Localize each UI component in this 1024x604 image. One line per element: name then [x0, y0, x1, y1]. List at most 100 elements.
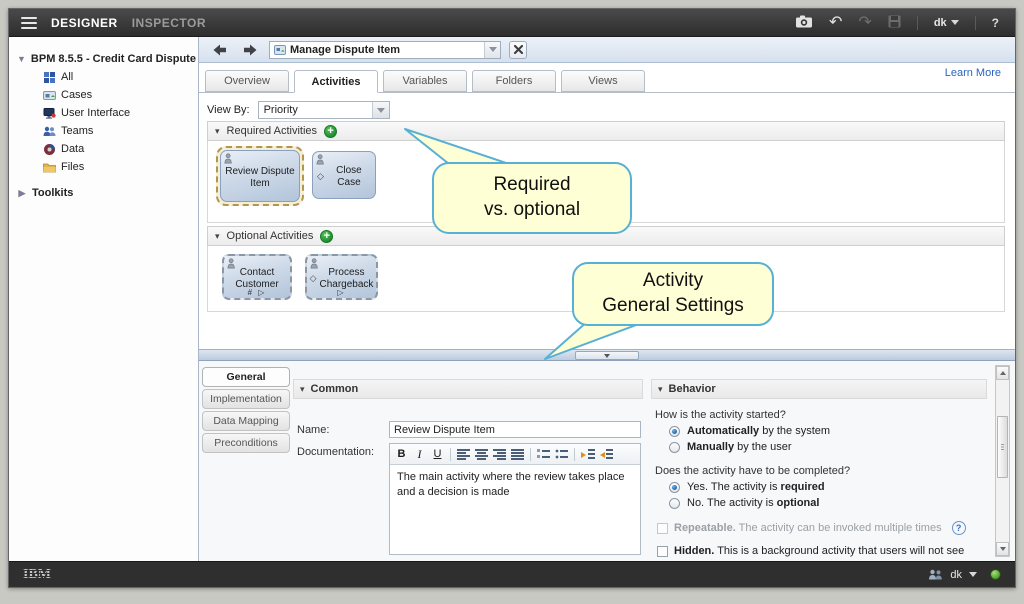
align-right-button[interactable] — [491, 446, 508, 463]
activity-close-case[interactable]: ◇Close Case — [312, 151, 376, 199]
common-section-header[interactable]: Common — [293, 379, 643, 399]
tab-folders[interactable]: Folders — [472, 70, 556, 92]
bold-button[interactable]: B — [393, 446, 410, 463]
justify-icon — [511, 449, 524, 460]
case-type-icon — [274, 44, 286, 56]
sidebar-item-teams[interactable]: Teams — [9, 123, 198, 139]
behavior-section: Behavior How is the activity started? Au… — [651, 379, 987, 561]
help-icon[interactable]: ? — [952, 521, 966, 535]
name-label: Name: — [297, 424, 329, 436]
common-section: Common Name: Documentation: B I U — [293, 379, 643, 561]
precondition-diamond-icon: ◇ — [317, 171, 324, 182]
underline-button[interactable]: U — [429, 446, 446, 463]
tab-preconditions[interactable]: Preconditions — [202, 433, 290, 453]
align-right-icon — [493, 449, 506, 460]
outdent-button[interactable] — [597, 446, 614, 463]
add-required-activity-button[interactable]: + — [324, 125, 337, 138]
folder-icon — [43, 161, 56, 174]
view-by-select[interactable]: Priority — [258, 101, 390, 119]
tab-variables[interactable]: Variables — [383, 70, 467, 92]
tab-overview[interactable]: Overview — [205, 70, 289, 92]
ordered-list-icon — [537, 449, 550, 460]
scroll-up-icon[interactable] — [996, 366, 1009, 380]
user-menu[interactable]: dk — [934, 17, 959, 29]
optional-activities-header[interactable]: Optional Activities + — [207, 226, 1005, 246]
save-icon[interactable] — [888, 15, 901, 31]
checkbox-icon[interactable] — [657, 546, 668, 557]
optional-activities-canvas: Contact Customer # ▷ ◇Process Chargeback… — [207, 246, 1005, 312]
undo-icon[interactable]: ↶ — [829, 16, 842, 30]
splitter-collapse-handle[interactable] — [575, 351, 639, 360]
radio-required[interactable]: Yes. The activity is required — [669, 481, 825, 493]
view-by-dropdown[interactable] — [372, 102, 389, 118]
add-optional-activity-button[interactable]: + — [320, 230, 333, 243]
forward-arrow-icon[interactable] — [239, 42, 261, 58]
grid-icon — [43, 71, 56, 84]
justify-button[interactable] — [509, 446, 526, 463]
status-user[interactable]: dk — [950, 569, 962, 581]
radio-selected-icon[interactable] — [669, 482, 680, 493]
radio-optional[interactable]: No. The activity is optional — [669, 497, 819, 509]
name-input[interactable] — [389, 421, 641, 438]
close-editor-button[interactable] — [509, 41, 527, 59]
properties-scrollbar[interactable] — [995, 365, 1010, 557]
tab-designer[interactable]: DESIGNER — [51, 16, 118, 30]
properties-tab-stack: General Implementation Data Mapping Prec… — [202, 367, 290, 453]
artifact-selector[interactable]: Manage Dispute Item — [269, 41, 501, 59]
back-arrow-icon[interactable] — [209, 42, 231, 58]
collaborators-icon[interactable] — [928, 569, 943, 580]
help-button[interactable]: ? — [992, 16, 999, 30]
align-center-button[interactable] — [473, 446, 490, 463]
activity-review-dispute-item[interactable]: Review Dispute Item — [216, 146, 304, 206]
tab-views[interactable]: Views — [561, 70, 645, 92]
required-activities-header[interactable]: Required Activities + — [207, 121, 1005, 141]
sidebar-item-all[interactable]: All — [9, 69, 198, 85]
artifact-selector-dropdown[interactable] — [484, 42, 500, 58]
tab-implementation[interactable]: Implementation — [202, 389, 290, 409]
sidebar-item-cases[interactable]: Cases — [9, 87, 198, 103]
ordered-list-button[interactable] — [535, 446, 552, 463]
tree-expand-icon: ▼ — [17, 54, 26, 64]
tab-inspector[interactable]: INSPECTOR — [132, 16, 206, 30]
teams-icon — [43, 125, 56, 138]
radio-icon[interactable] — [669, 442, 680, 453]
radio-icon[interactable] — [669, 498, 680, 509]
checkbox-icon[interactable] — [657, 523, 668, 534]
checkbox-repeatable[interactable]: Repeatable. The activity can be invoked … — [657, 521, 966, 535]
activity-contact-customer[interactable]: Contact Customer # ▷ — [222, 254, 292, 300]
question-started: How is the activity started? — [655, 409, 786, 421]
precondition-diamond-icon: ◇ — [310, 273, 317, 284]
indent-button[interactable] — [579, 446, 596, 463]
sidebar-item-data[interactable]: Data — [9, 141, 198, 157]
activity-process-chargeback[interactable]: ◇Process Chargeback ▷ — [305, 254, 378, 300]
redo-icon[interactable]: ↷ — [858, 16, 871, 30]
sidebar-item-user-interface[interactable]: User Interface — [9, 105, 198, 121]
tab-activities[interactable]: Activities — [294, 70, 378, 93]
bullet-list-button[interactable] — [553, 446, 570, 463]
chevron-down-icon — [604, 354, 610, 358]
learn-more-link[interactable]: Learn More — [945, 67, 1001, 79]
behavior-section-header[interactable]: Behavior — [651, 379, 987, 399]
indent-icon — [581, 449, 595, 460]
tab-data-mapping[interactable]: Data Mapping — [202, 411, 290, 431]
sidebar-item-toolkits[interactable]: ▶ Toolkits — [9, 185, 198, 201]
checkbox-hidden[interactable]: Hidden. This is a background activity th… — [657, 545, 964, 557]
radio-selected-icon[interactable] — [669, 426, 680, 437]
panel-splitter[interactable] — [199, 349, 1015, 361]
sidebar-item-files[interactable]: Files — [9, 159, 198, 175]
app-window: DESIGNER INSPECTOR ↶ ↷ dk ? ▼ BPM 8.5.5 … — [8, 8, 1016, 588]
scrollbar-thumb[interactable] — [997, 416, 1008, 478]
align-left-button[interactable] — [455, 446, 472, 463]
radio-automatically[interactable]: Automatically by the system — [669, 425, 830, 437]
menu-icon[interactable] — [21, 17, 37, 29]
scroll-down-icon[interactable] — [996, 542, 1009, 556]
collapse-arrow-icon — [215, 125, 220, 137]
sidebar-item-process-app[interactable]: ▼ BPM 8.5.5 - Credit Card Dispute ... — [9, 51, 198, 67]
radio-manually[interactable]: Manually by the user — [669, 441, 792, 453]
italic-button[interactable]: I — [411, 446, 428, 463]
artifact-breadcrumb-bar: Manage Dispute Item — [199, 37, 1015, 63]
documentation-text[interactable]: The main activity where the review takes… — [390, 465, 640, 505]
snapshot-camera-icon[interactable] — [795, 15, 813, 31]
tab-general[interactable]: General — [202, 367, 290, 387]
activity-markers: ▷ — [307, 288, 376, 297]
